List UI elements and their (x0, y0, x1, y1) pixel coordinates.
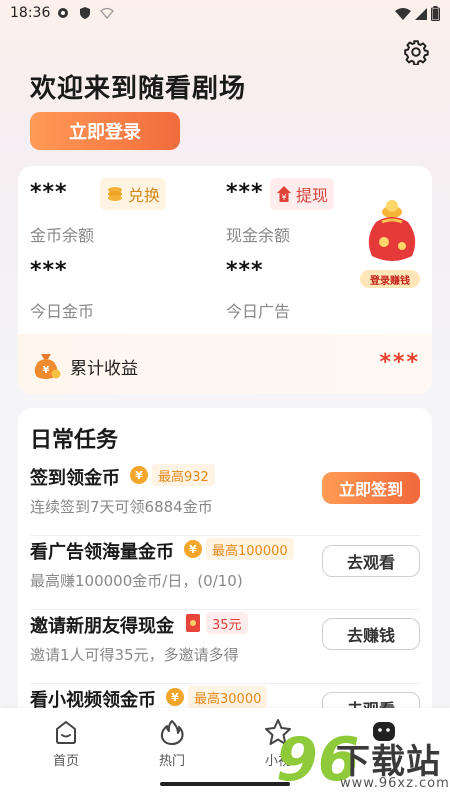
total-earnings-value: *** (379, 350, 420, 375)
status-time: 18:36 (10, 5, 51, 21)
gear-status-icon (58, 8, 68, 18)
watermark-url: www.96xz.com (340, 776, 450, 791)
task-desc: 连续签到7天可领6884金币 (30, 498, 213, 516)
home-icon (56, 721, 76, 744)
wifi-off-status-icon (100, 7, 114, 19)
cash-balance-value-cell: *** (226, 180, 264, 205)
total-earnings-row[interactable]: ¥ 累计收益 *** (18, 334, 432, 394)
coins-icon (108, 187, 122, 201)
coin-balance-value-cell: *** (30, 180, 68, 205)
wifi-icon (395, 7, 411, 20)
coin-icon: ¥ (166, 688, 184, 706)
flame-icon (160, 720, 184, 745)
money-bag-icon (368, 200, 416, 261)
status-right-icons (395, 6, 440, 21)
nav-item-home[interactable]: 首页 (26, 718, 106, 769)
status-bar: 18:36 (0, 0, 450, 28)
login-earn-caption: 登录赚钱 (360, 270, 420, 288)
task-reward-tag: 最高30000 (188, 686, 268, 708)
today-ads-value: *** (226, 258, 264, 283)
earnings-bag-icon: ¥ (34, 354, 61, 379)
nav-label-hot: 热门 (158, 754, 185, 769)
task-desc: 最高赚100000金币/日，(0/10) (30, 572, 243, 590)
coin-icon: ¥ (130, 466, 148, 484)
exchange-button[interactable]: 兑换 (100, 178, 167, 210)
nav-item-hot[interactable]: 热门 (132, 718, 212, 769)
today-coins-value: *** (30, 258, 68, 283)
cash-balance-label: 现金余额 (226, 226, 291, 245)
battery-icon (431, 6, 440, 21)
settings-button[interactable] (402, 38, 430, 66)
red-envelope-icon (186, 614, 200, 632)
withdraw-button[interactable]: ¥ 提现 (270, 178, 335, 210)
shield-status-icon (80, 7, 90, 19)
signal-icon (415, 7, 427, 20)
login-button[interactable]: 立即登录 (30, 112, 180, 150)
task-reward-tag: 最高100000 (206, 538, 294, 560)
coin-icon: ¥ (184, 540, 202, 558)
total-earnings-label: 累计收益 (70, 359, 138, 379)
checkin-button[interactable]: 立即签到 (322, 472, 420, 504)
task-reward-tag: 最高932 (152, 464, 215, 486)
watch-ads-button[interactable]: 去观看 (322, 545, 420, 577)
withdraw-label: 提现 (296, 186, 329, 205)
login-earn-bag[interactable]: 登录赚钱 (360, 198, 426, 288)
daily-tasks-title: 日常任务 (30, 428, 119, 453)
invite-button[interactable]: 去赚钱 (322, 618, 420, 650)
task-name: 看广告领海量金币 (30, 542, 174, 563)
svg-text:¥: ¥ (281, 193, 286, 202)
daily-tasks-card: 日常任务 签到领金币 ¥ 最高932 连续签到7天可领6884金币 立即签到 看… (18, 408, 432, 728)
today-ads-label: 今日广告 (226, 302, 291, 321)
cash-balance-value: *** (226, 180, 264, 205)
task-reward-tag: 35元 (206, 612, 248, 634)
home-indicator (160, 782, 290, 786)
exchange-label: 兑换 (128, 186, 161, 205)
task-name: 签到领金币 (30, 468, 120, 489)
wallet-card: *** 兑换 金币余额 *** ¥ 提现 现金余额 *** 今日金币 *** 今… (18, 166, 432, 394)
nav-label-home: 首页 (52, 754, 79, 769)
svg-text:¥: ¥ (43, 365, 50, 376)
coin-balance-value: *** (30, 180, 68, 205)
withdraw-house-icon: ¥ (277, 186, 291, 202)
site-watermark: 96 下载站 www.96xz.com (276, 728, 449, 798)
task-name: 邀请新朋友得现金 (30, 616, 174, 637)
today-coins-label: 今日金币 (30, 302, 95, 321)
welcome-title: 欢迎来到随看剧场 (30, 74, 247, 104)
task-desc: 邀请1人可得35元，多邀请多得 (30, 646, 239, 664)
coin-balance-label: 金币余额 (30, 226, 95, 245)
gear-icon (404, 40, 429, 65)
